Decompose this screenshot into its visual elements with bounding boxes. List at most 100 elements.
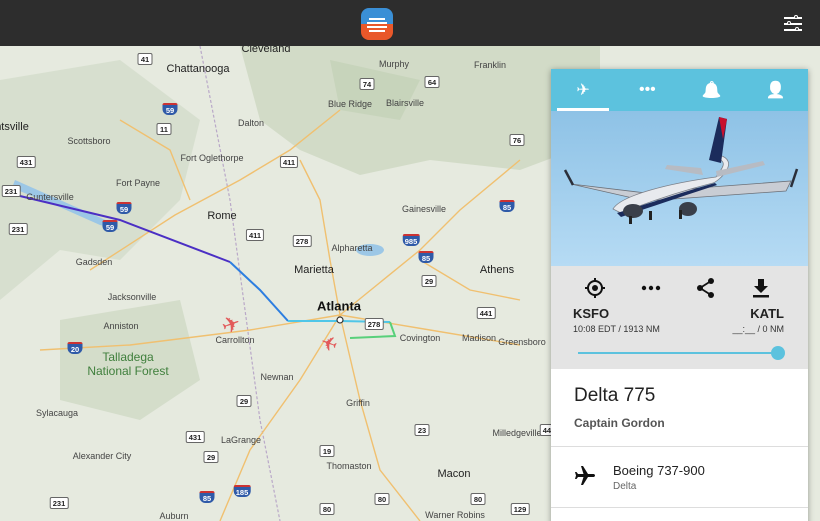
road-shield: 74 bbox=[359, 78, 375, 90]
road-shield: 85 bbox=[418, 251, 434, 263]
more-dots-icon[interactable] bbox=[639, 276, 663, 300]
place-label: Covington bbox=[399, 333, 441, 343]
place-label: Blue Ridge bbox=[327, 99, 373, 109]
place-label: Jacksonville bbox=[107, 292, 157, 302]
road-shield: 80 bbox=[470, 493, 486, 505]
download-icon[interactable] bbox=[749, 276, 773, 300]
place-label: Madison bbox=[461, 333, 497, 343]
road-shield: 64 bbox=[424, 76, 440, 88]
road-shield: 231 bbox=[1, 185, 21, 197]
aircraft-photo bbox=[551, 111, 808, 266]
road-shield: 441 bbox=[476, 307, 496, 319]
place-label: Atlanta bbox=[316, 298, 362, 314]
road-shield: 431 bbox=[185, 431, 205, 443]
place-label: Gadsden bbox=[75, 257, 113, 267]
divider bbox=[551, 446, 808, 447]
road-shield: 80 bbox=[319, 503, 335, 515]
tab-account-person[interactable]: 👤 bbox=[744, 69, 808, 111]
destination-airport: KATL bbox=[750, 306, 784, 321]
road-shield: 411 bbox=[245, 229, 265, 241]
sliders-icon[interactable] bbox=[784, 15, 802, 31]
place-label: Macon bbox=[437, 468, 471, 480]
place-label: Guntersville bbox=[26, 192, 74, 202]
place-label: Auburn bbox=[159, 511, 189, 521]
road-shield: 29 bbox=[203, 451, 219, 463]
captain-name: Captain Gordon bbox=[574, 416, 665, 430]
place-label: Anniston bbox=[103, 321, 139, 331]
place-label: Alpharetta bbox=[331, 243, 373, 253]
tab-airplane[interactable]: ✈ bbox=[551, 69, 615, 111]
place-label: Blairsville bbox=[385, 98, 425, 108]
road-shield: 11 bbox=[156, 123, 172, 135]
place-label: Thomaston bbox=[326, 461, 372, 471]
place-label: Gainesville bbox=[401, 204, 447, 214]
place-label: Carrollton bbox=[215, 335, 255, 345]
tab-alerts-bell[interactable]: 🔔 bbox=[680, 69, 744, 111]
place-label: Alexander City bbox=[72, 451, 132, 461]
place-label: Greensboro bbox=[498, 337, 546, 347]
road-shield: 29 bbox=[236, 395, 252, 407]
road-shield: 231 bbox=[8, 223, 28, 235]
place-label: Scottsboro bbox=[67, 136, 111, 146]
locate-target-icon[interactable] bbox=[583, 276, 607, 300]
road-shield: 23 bbox=[414, 424, 430, 436]
airplane-icon bbox=[573, 464, 597, 488]
flight-progress-slider[interactable] bbox=[578, 346, 785, 360]
place-label: Chattanooga bbox=[166, 63, 230, 75]
place-label: Rome bbox=[207, 210, 237, 222]
road-shield: 431 bbox=[16, 156, 36, 168]
road-shield: 59 bbox=[162, 103, 178, 115]
flight-controls: KSFO 10:08 EDT / 1913 NM KATL __:__ / 0 … bbox=[551, 266, 808, 369]
road-shield: 41 bbox=[137, 53, 153, 65]
route-dots-icon: ••• bbox=[638, 81, 656, 98]
place-label: Fort Payne bbox=[115, 178, 161, 188]
flight-title: Delta 775 bbox=[574, 385, 656, 406]
divider bbox=[551, 507, 808, 508]
road-shield: 985 bbox=[402, 234, 420, 246]
flight-info-panel: ✈ ••• 🔔 👤 KSFO 10:08 EDT / 1913 NM KATL … bbox=[551, 69, 808, 521]
place-label: Milledgeville bbox=[492, 428, 542, 438]
place-label: Marietta bbox=[294, 264, 334, 276]
road-shield: 278 bbox=[364, 318, 384, 330]
place-label: Cleveland bbox=[241, 46, 291, 55]
alerts-bell-icon: 🔔 bbox=[701, 82, 722, 99]
app-logo-icon[interactable] bbox=[361, 8, 393, 40]
place-label: Fort Oglethorpe bbox=[180, 153, 244, 163]
share-icon[interactable] bbox=[694, 276, 718, 300]
road-shield: 129 bbox=[510, 503, 530, 515]
airplane-icon: ✈ bbox=[576, 82, 590, 99]
place-label: Athens bbox=[479, 264, 515, 276]
origin-airport: KSFO bbox=[573, 306, 610, 321]
airline-name: Delta bbox=[613, 481, 637, 492]
tab-route-dots[interactable]: ••• bbox=[615, 69, 679, 111]
airplane-photo-image bbox=[551, 111, 808, 266]
place-label: Newnan bbox=[260, 372, 294, 382]
road-shield: 29 bbox=[421, 275, 437, 287]
road-shield: 231 bbox=[49, 497, 69, 509]
road-shield: 85 bbox=[199, 491, 215, 503]
road-shield: 278 bbox=[292, 235, 312, 247]
origin-details: 10:08 EDT / 1913 NM bbox=[573, 324, 660, 334]
road-shield: 20 bbox=[67, 342, 83, 354]
aircraft-model: Boeing 737-900 bbox=[613, 463, 705, 478]
road-shield: 59 bbox=[102, 220, 118, 232]
account-person-icon: 👤 bbox=[765, 82, 786, 99]
top-bar bbox=[0, 0, 820, 46]
road-shield: 85 bbox=[499, 200, 515, 212]
place-label: Murphy bbox=[378, 59, 410, 69]
place-label: Franklin bbox=[473, 60, 507, 70]
park-label: Talladega National Forest bbox=[87, 350, 169, 378]
place-label: Sylacauga bbox=[35, 408, 79, 418]
place-label: LaGrange bbox=[220, 435, 262, 445]
place-label: Dalton bbox=[237, 118, 265, 128]
destination-details: __:__ / 0 NM bbox=[732, 324, 784, 334]
panel-tabs: ✈ ••• 🔔 👤 bbox=[551, 69, 808, 111]
road-shield: 59 bbox=[116, 202, 132, 214]
place-label: ntsville bbox=[0, 121, 29, 133]
road-shield: 80 bbox=[374, 493, 390, 505]
road-shield: 185 bbox=[233, 485, 251, 497]
road-shield: 411 bbox=[279, 156, 299, 168]
progress-slider-knob[interactable] bbox=[771, 346, 785, 360]
road-shield: 19 bbox=[319, 445, 335, 457]
road-shield: 76 bbox=[509, 134, 525, 146]
